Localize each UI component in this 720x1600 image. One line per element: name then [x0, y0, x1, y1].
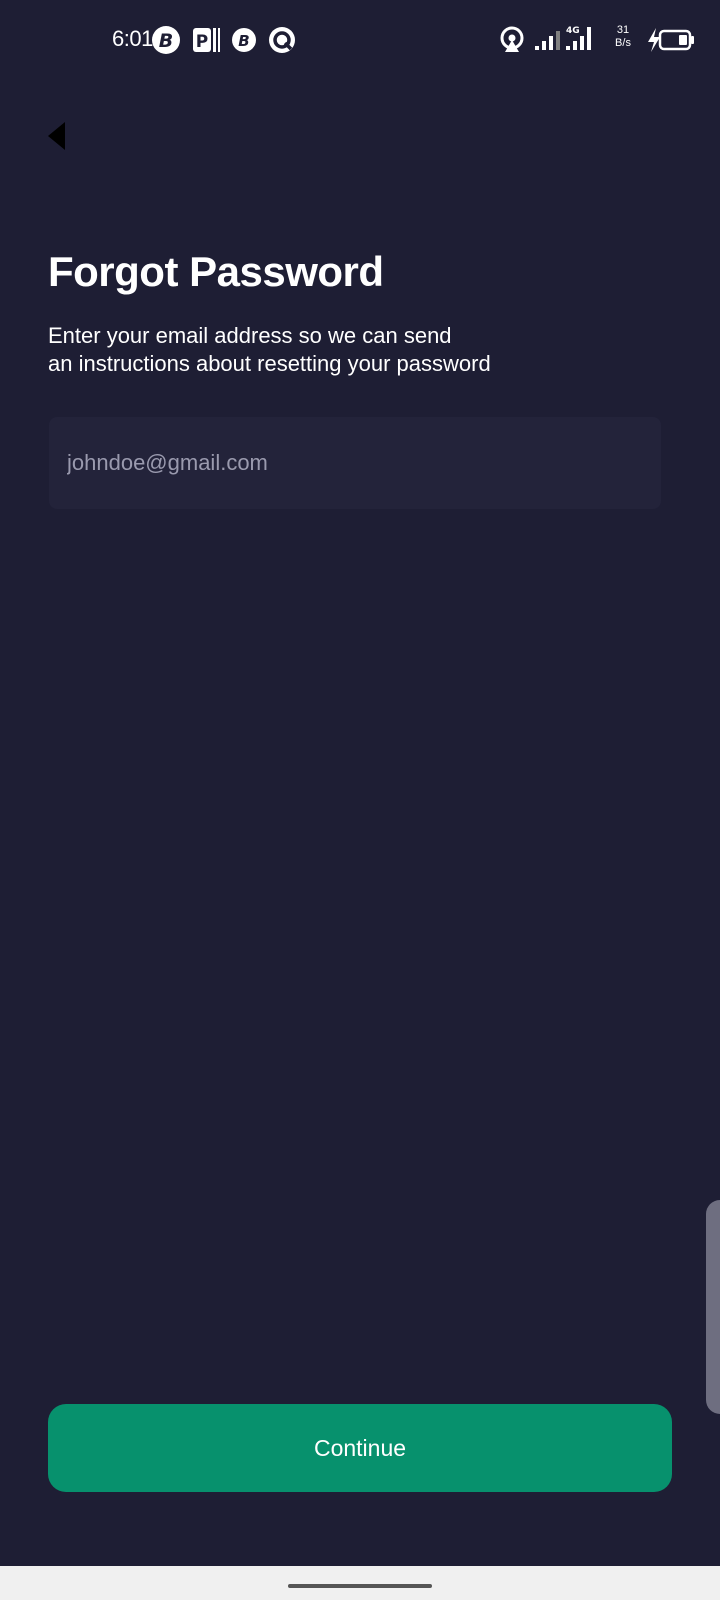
parking-app-icon: P — [193, 28, 220, 52]
page-title: Forgot Password — [48, 248, 384, 295]
b-badge-icon: B — [152, 26, 180, 54]
navigation-bar — [0, 1566, 720, 1600]
q-circle-icon — [269, 27, 295, 53]
subtitle-line-2: an instructions about resetting your pas… — [48, 351, 491, 376]
side-panel-handle[interactable] — [706, 1200, 720, 1414]
page-subtitle: Enter your email address so we can send … — [48, 322, 668, 378]
svg-text:B: B — [159, 30, 173, 52]
back-arrow-icon — [48, 122, 65, 150]
signal-icon — [535, 31, 560, 50]
home-indicator[interactable] — [288, 1584, 432, 1588]
status-time: 6:01 — [112, 26, 153, 51]
network-speed: 31 B/s — [610, 24, 636, 50]
continue-button[interactable]: Continue — [48, 1404, 672, 1492]
email-input[interactable] — [49, 417, 661, 509]
network-speed-unit: B/s — [615, 37, 631, 49]
subtitle-line-1: Enter your email address so we can send — [48, 323, 452, 348]
battery-icon — [658, 29, 694, 51]
svg-text:P: P — [196, 32, 208, 52]
network-speed-value: 31 — [616, 24, 630, 36]
svg-text:B: B — [238, 32, 249, 50]
hotspot-icon — [500, 26, 524, 52]
email-field[interactable] — [49, 417, 661, 509]
forgot-password-screen: 6:01 B P B 4G 31 B/s Forgot Password Ent… — [0, 0, 720, 1600]
b-circle-icon: B — [232, 28, 256, 52]
svg-text:4G: 4G — [566, 26, 580, 36]
signal-4g-icon: 4G — [566, 26, 591, 50]
back-button[interactable] — [36, 112, 84, 160]
status-bar: 6:01 B P B 4G 31 B/s — [0, 0, 720, 80]
